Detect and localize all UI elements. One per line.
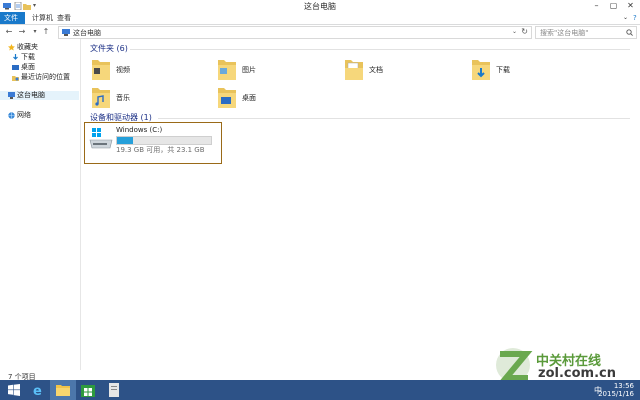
minimize-button[interactable]: – — [589, 0, 604, 12]
close-button[interactable]: ✕ — [623, 0, 638, 12]
taskbar-store[interactable] — [76, 380, 100, 400]
watermark-en: zol.com.cn — [538, 366, 616, 381]
clock[interactable]: 13:56 2015/1/16 — [598, 382, 634, 398]
taskbar-file-explorer[interactable] — [50, 380, 76, 400]
zol-watermark-logo: 中关村在线 zol.com.cn — [490, 346, 640, 384]
folder-item[interactable]: 音乐 — [90, 84, 200, 110]
store-icon — [81, 385, 95, 397]
document-icon — [109, 383, 119, 397]
back-button[interactable]: ← — [4, 26, 14, 38]
folder-item[interactable]: 桌面 — [216, 84, 326, 110]
nav-downloads[interactable]: 下载 — [12, 53, 78, 62]
hard-drive-icon — [89, 128, 113, 149]
search-input[interactable]: 搜索"这台电脑" — [535, 26, 637, 39]
nav-favorites[interactable]: 收藏夹 — [8, 43, 78, 52]
chevron-down-icon[interactable]: ⌄ — [512, 28, 517, 35]
nav-network[interactable]: 网络 — [8, 111, 78, 120]
tab-view[interactable]: 查看 — [52, 12, 76, 24]
window-title: 这台电脑 — [304, 2, 336, 11]
folder-item[interactable]: 文档 — [343, 56, 453, 82]
star-icon — [8, 44, 15, 51]
folders-group-header[interactable]: 文件夹 (6) — [90, 43, 128, 54]
desktop-folder-icon — [218, 88, 236, 108]
up-button[interactable]: ↑ — [41, 26, 51, 38]
folder-item[interactable]: 下载 — [470, 56, 580, 82]
breadcrumb[interactable]: 这台电脑 — [73, 28, 101, 38]
navigation-pane: 收藏夹 下载 桌面 最近访问的位置 这台电脑 网络 — [0, 39, 81, 370]
downloads-folder-icon — [472, 60, 490, 80]
refresh-icon[interactable]: ↻ — [521, 27, 528, 36]
folder-item[interactable]: 图片 — [216, 56, 326, 82]
folder-item[interactable]: 视频 — [90, 56, 200, 82]
drive-space-info: 19.3 GB 可用，共 23.1 GB — [116, 146, 205, 154]
drive-item[interactable]: Windows (C:) 19.3 GB 可用，共 23.1 GB — [84, 122, 222, 164]
drive-name: Windows (C:) — [116, 126, 163, 134]
title-bar: ▾ 这台电脑 – ▢ ✕ — [0, 0, 640, 12]
taskbar-app[interactable] — [102, 380, 126, 400]
music-folder-icon — [92, 88, 110, 108]
internet-explorer-icon: e — [33, 384, 42, 397]
video-folder-icon — [92, 60, 110, 80]
computer-icon — [8, 92, 15, 99]
ribbon-tabs: 文件 计算机 查看 ⌄ ? — [0, 12, 640, 25]
start-button[interactable] — [2, 380, 26, 400]
nav-desktop[interactable]: 桌面 — [12, 63, 78, 72]
help-icon[interactable]: ? — [628, 12, 640, 24]
taskbar-ie[interactable]: e — [26, 380, 50, 400]
maximize-button[interactable]: ▢ — [606, 0, 621, 12]
network-icon — [8, 112, 15, 119]
svg-text:e: e — [33, 384, 42, 397]
download-icon — [13, 54, 18, 60]
tab-file[interactable]: 文件 — [0, 12, 25, 24]
divider — [130, 49, 630, 50]
forward-button[interactable]: → — [17, 26, 27, 38]
nav-this-pc[interactable]: 这台电脑 — [0, 91, 79, 100]
recent-places-icon — [12, 76, 19, 81]
search-icon[interactable] — [626, 29, 633, 36]
zol-logo-icon — [496, 348, 533, 382]
windows-logo-icon — [8, 384, 20, 396]
address-toolbar: ← → ▾ ↑ 这台电脑 ⌄ ↻ 搜索"这台电脑" — [0, 25, 640, 39]
drive-usage-fill — [117, 137, 133, 144]
search-placeholder: 搜索"这台电脑" — [540, 29, 589, 37]
pictures-folder-icon — [218, 60, 236, 80]
recent-locations-button[interactable]: ▾ — [30, 26, 40, 38]
drive-usage-bar — [116, 136, 212, 145]
clock-time: 13:56 — [613, 382, 634, 390]
computer-icon — [62, 29, 70, 36]
folder-icon — [56, 385, 70, 396]
clock-date: 2015/1/16 — [598, 390, 634, 398]
address-bar[interactable]: 这台电脑 ⌄ ↻ — [58, 26, 532, 39]
taskbar: e 中 13:56 2015/1/16 — [0, 380, 640, 400]
desktop-icon — [12, 65, 19, 70]
divider — [158, 118, 630, 119]
nav-recent-places[interactable]: 最近访问的位置 — [12, 73, 78, 82]
documents-folder-icon — [345, 60, 363, 80]
